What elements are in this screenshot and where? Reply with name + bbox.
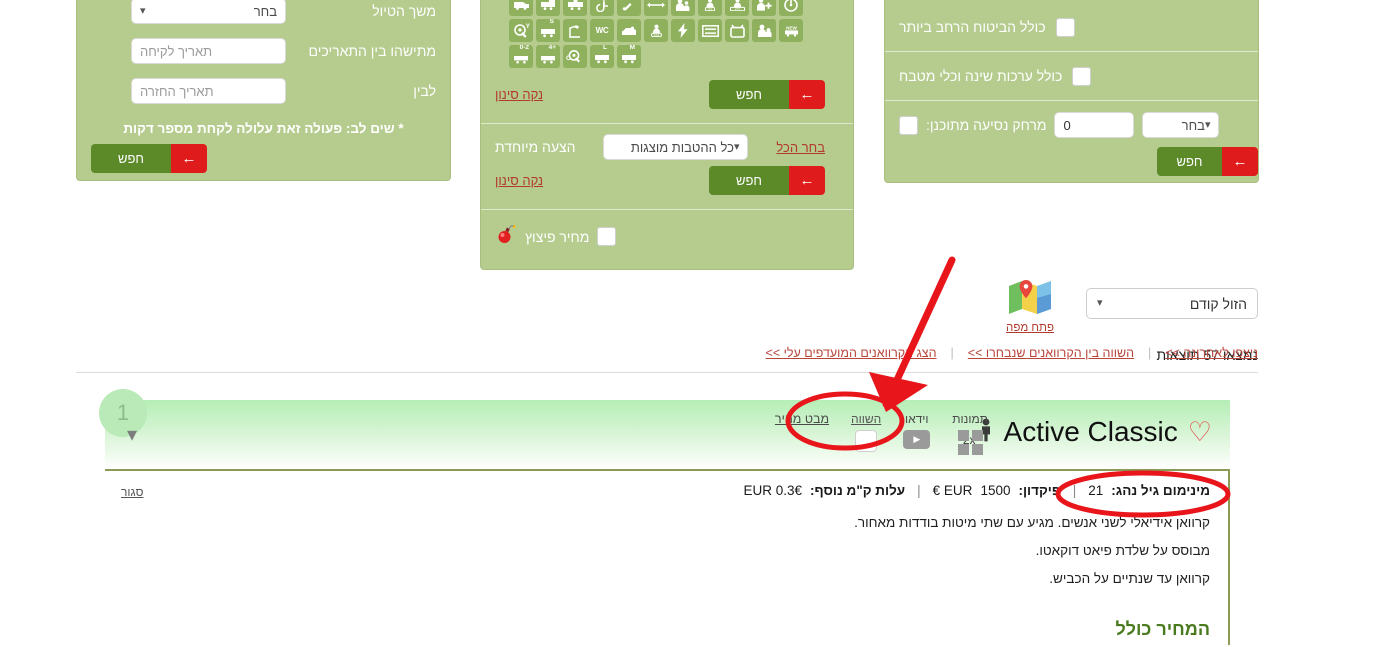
- red-arrow-annotation: [869, 256, 956, 412]
- annotation-layer: [785, 256, 1231, 518]
- page-root: משך הטיול בחר ▾ מתישהו בין התאריכים תארי…: [0, 0, 1382, 647]
- red-circle-quick-view: [785, 391, 905, 451]
- red-circle-min-age: [1055, 470, 1231, 518]
